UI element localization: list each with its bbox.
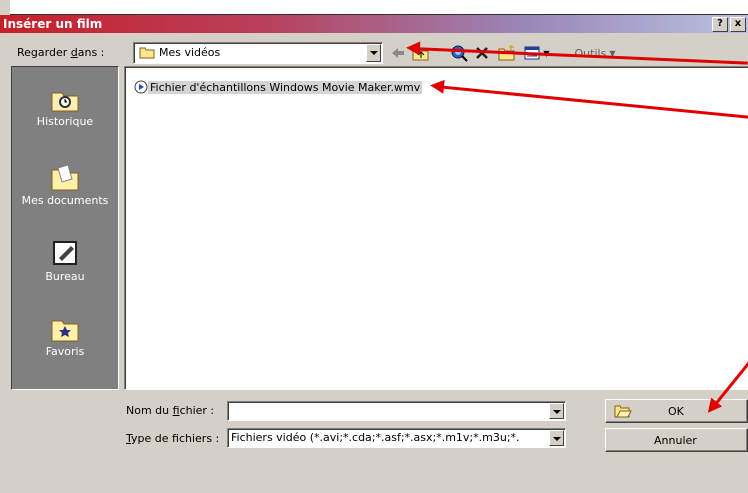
file-list[interactable]: Fichier d'échantillons Windows Movie Mak… — [124, 66, 748, 390]
list-item[interactable]: Fichier d'échantillons Windows Movie Mak… — [134, 79, 423, 95]
my-documents-icon — [51, 164, 79, 191]
filetype-value: Fichiers vidéo (*.avi;*.cda;*.asf;*.asx;… — [231, 431, 520, 444]
place-history[interactable]: Historique — [12, 83, 118, 128]
cancel-button[interactable]: Annuler — [605, 428, 748, 452]
filename-field[interactable] — [227, 401, 566, 421]
back-arrow-icon — [392, 48, 404, 58]
folder-icon — [139, 47, 155, 59]
dialog-title: Insérer un film — [3, 17, 103, 31]
look-in-value: Mes vidéos — [159, 46, 221, 59]
place-my-documents[interactable]: Mes documents — [12, 162, 118, 207]
ok-label: OK — [668, 405, 684, 418]
insert-movie-dialog: Insérer un film ? x Regarder dans : Mes … — [0, 0, 748, 493]
place-label-my-documents: Mes documents — [21, 194, 109, 207]
background-frame — [10, 0, 748, 15]
desktop-icon — [53, 241, 77, 265]
open-folder-icon — [614, 405, 632, 418]
help-button[interactable]: ? — [712, 17, 728, 32]
chevron-down-icon[interactable] — [549, 430, 564, 446]
place-label-desktop: Bureau — [45, 270, 85, 283]
look-in-label: Regarder dans : — [17, 46, 105, 59]
tools-menu[interactable]: Outils ▼ — [570, 44, 620, 62]
search-web-button[interactable] — [449, 44, 469, 62]
look-in-dropdown[interactable]: Mes vidéos — [133, 42, 383, 64]
place-label-favorites: Favoris — [45, 345, 85, 358]
ok-button[interactable]: OK — [605, 399, 748, 423]
favorites-icon — [51, 320, 79, 342]
video-file-icon — [134, 80, 148, 94]
filetype-label: Type de fichiers : — [126, 432, 220, 445]
history-icon — [51, 92, 79, 112]
chevron-down-icon[interactable] — [366, 44, 381, 62]
place-desktop[interactable]: Bureau — [12, 238, 118, 283]
chevron-down-icon[interactable] — [549, 403, 564, 419]
back-button[interactable] — [389, 44, 407, 62]
close-button[interactable]: x — [730, 17, 746, 32]
search-web-icon — [451, 45, 468, 62]
cancel-label: Annuler — [654, 434, 697, 447]
place-favorites[interactable]: Favoris — [12, 313, 118, 358]
places-bar: Historique Mes documents Bureau Favoris — [11, 66, 119, 390]
place-label-history: Historique — [36, 115, 94, 128]
file-name: Fichier d'échantillons Windows Movie Mak… — [148, 80, 423, 94]
filetype-dropdown[interactable]: Fichiers vidéo (*.avi;*.cda;*.asf;*.asx;… — [227, 428, 566, 448]
filename-label: Nom du fichier : — [126, 404, 215, 417]
title-bar[interactable]: Insérer un film ? x — [0, 15, 748, 33]
